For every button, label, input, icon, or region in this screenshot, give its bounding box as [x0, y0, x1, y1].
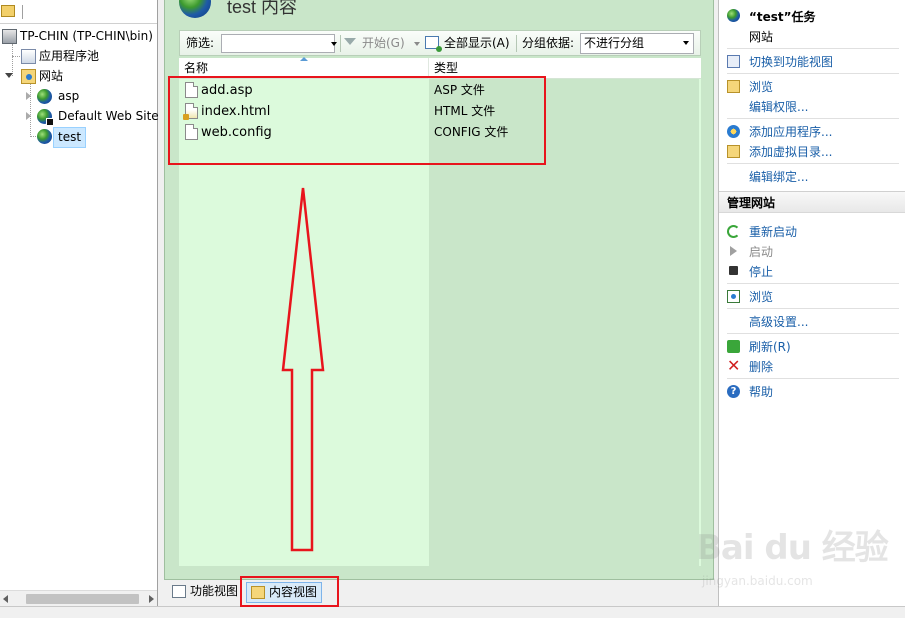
delete-icon: ✕	[727, 356, 741, 375]
refresh-icon	[727, 340, 740, 353]
filter-input[interactable]	[221, 34, 335, 53]
tree-toolbar	[0, 0, 157, 24]
restart-link[interactable]: 重新启动	[749, 223, 797, 240]
divider	[727, 378, 899, 379]
tree-item-label: Default Web Site	[58, 109, 159, 123]
divider	[727, 118, 899, 119]
browse-link[interactable]: 浏览	[749, 78, 773, 95]
features-view-icon	[172, 585, 186, 598]
start-icon	[730, 246, 737, 256]
tree-item-label: asp	[58, 89, 80, 103]
toolbar-separator	[340, 35, 341, 52]
baidu-watermark: Bai du 经验 jingyan.baidu.com	[696, 520, 896, 600]
actions-subtitle: 网站	[749, 30, 774, 44]
tab-features-view[interactable]: 功能视图	[168, 582, 242, 603]
browse-site-link[interactable]: 浏览	[749, 288, 773, 305]
add-virtual-directory-icon	[727, 145, 740, 158]
globe-icon	[37, 89, 52, 104]
tab-label: 功能视图	[190, 584, 239, 598]
show-all-icon	[425, 36, 442, 52]
divider	[727, 163, 899, 164]
open-folder-icon[interactable]	[1, 5, 15, 17]
filter-dropdown-icon[interactable]	[331, 42, 337, 46]
divider	[727, 48, 899, 49]
tree-item-label: 应用程序池	[39, 49, 100, 63]
actions-title: “test”任务	[749, 10, 816, 24]
restart-icon	[727, 225, 740, 238]
switch-view-icon	[727, 55, 740, 68]
group-by-select[interactable]: 不进行分组	[580, 33, 694, 54]
divider	[727, 333, 899, 334]
annotation-box-files	[168, 76, 546, 165]
refresh-link[interactable]: 刷新(R)	[749, 338, 791, 355]
filter-toolbar: 筛选: 开始(G) 全部显示(A) 分组依据: 不进行分组	[179, 30, 701, 56]
start-link[interactable]: 启动	[749, 243, 773, 260]
scroll-right-icon[interactable]	[149, 595, 154, 603]
help-link[interactable]: 帮助	[749, 383, 773, 400]
globe-icon	[37, 129, 52, 144]
sites-folder-icon	[21, 69, 36, 84]
tree-item-label: test	[53, 127, 87, 148]
scroll-left-icon[interactable]	[3, 595, 8, 603]
add-application-icon	[727, 125, 740, 138]
delete-link[interactable]: 删除	[749, 358, 773, 375]
toolbar-separator	[516, 35, 517, 52]
help-icon: ?	[727, 385, 740, 398]
add-virtual-directory-link[interactable]: 添加虚拟目录...	[749, 143, 832, 160]
watermark-logo-text: Bai du 经验	[696, 528, 889, 568]
tree-item-label: 网站	[39, 69, 64, 83]
annotation-arrow	[281, 187, 325, 552]
page-title: test 内容	[227, 0, 298, 17]
browse-site-icon	[727, 290, 740, 303]
browse-folder-icon	[727, 80, 740, 93]
tree-item-label: TP-CHIN (TP-CHIN\bin)	[20, 29, 153, 43]
manage-site-header: 管理网站	[719, 191, 905, 213]
add-application-link[interactable]: 添加应用程序...	[749, 123, 832, 140]
stop-icon	[729, 266, 738, 275]
actions-pane: “test”任务 网站 切换到功能视图 浏览 编辑权限... 添加应用程序...…	[718, 0, 905, 606]
server-icon	[2, 29, 17, 44]
content-header: test 内容	[165, 0, 713, 28]
toolbar-separator	[22, 5, 23, 19]
edit-bindings-link[interactable]: 编辑绑定...	[749, 168, 808, 185]
group-by-value: 不进行分组	[584, 36, 645, 50]
collapse-chevron-icon[interactable]	[25, 112, 33, 120]
chevron-down-icon	[683, 41, 689, 45]
divider	[727, 73, 899, 74]
globe-icon	[727, 9, 740, 22]
edit-permissions-link[interactable]: 编辑权限...	[749, 98, 808, 115]
scrollbar-thumb[interactable]	[26, 594, 139, 604]
status-bar	[0, 606, 905, 618]
tree-line	[30, 136, 36, 137]
application-pool-icon	[21, 49, 36, 64]
tree-horizontal-scrollbar[interactable]	[0, 590, 157, 606]
advanced-settings-link[interactable]: 高级设置...	[749, 313, 808, 330]
stop-link[interactable]: 停止	[749, 263, 773, 280]
collapse-chevron-icon[interactable]	[25, 92, 33, 100]
start-filter-button[interactable]: 开始(G)	[362, 31, 405, 55]
connections-tree-pane: TP-CHIN (TP-CHIN\bin) 应用程序池 网站 asp Defau…	[0, 0, 159, 606]
site-globe-icon	[179, 0, 211, 18]
tree-line	[12, 56, 20, 57]
start-dropdown-icon[interactable]	[414, 42, 420, 46]
stopped-globe-icon	[37, 109, 54, 126]
divider	[727, 308, 899, 309]
funnel-icon	[344, 38, 356, 45]
annotation-box-content-view	[240, 576, 339, 607]
filter-label: 筛选:	[186, 36, 215, 50]
divider	[727, 283, 899, 284]
expand-chevron-icon[interactable]	[5, 72, 13, 80]
group-by-label: 分组依据:	[522, 36, 575, 50]
show-all-button[interactable]: 全部显示(A)	[444, 31, 510, 55]
watermark-url: jingyan.baidu.com	[702, 574, 813, 588]
switch-to-features-link[interactable]: 切换到功能视图	[749, 53, 833, 70]
